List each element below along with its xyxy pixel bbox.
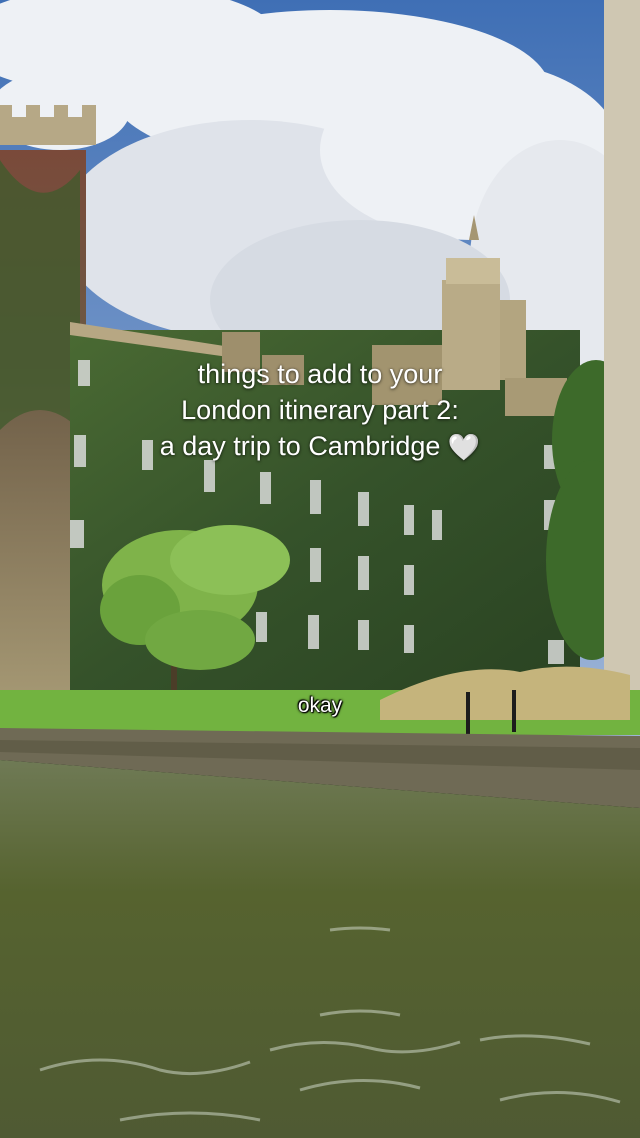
title-line-3-text: a day trip to Cambridge <box>159 431 441 461</box>
scene-image <box>0 0 640 1138</box>
white-heart-icon: 🤍 <box>447 432 481 462</box>
subtitle-caption: okay <box>297 694 343 717</box>
title-line-1: things to add to your <box>197 359 443 389</box>
title-line-2: London itinerary part 2: <box>181 395 459 425</box>
river <box>0 760 640 1138</box>
title-line-3: a day trip to Cambridge 🤍 <box>0 428 640 465</box>
video-title-overlay: things to add to your London itinerary p… <box>0 356 640 465</box>
video-frame: things to add to your London itinerary p… <box>0 0 640 1138</box>
